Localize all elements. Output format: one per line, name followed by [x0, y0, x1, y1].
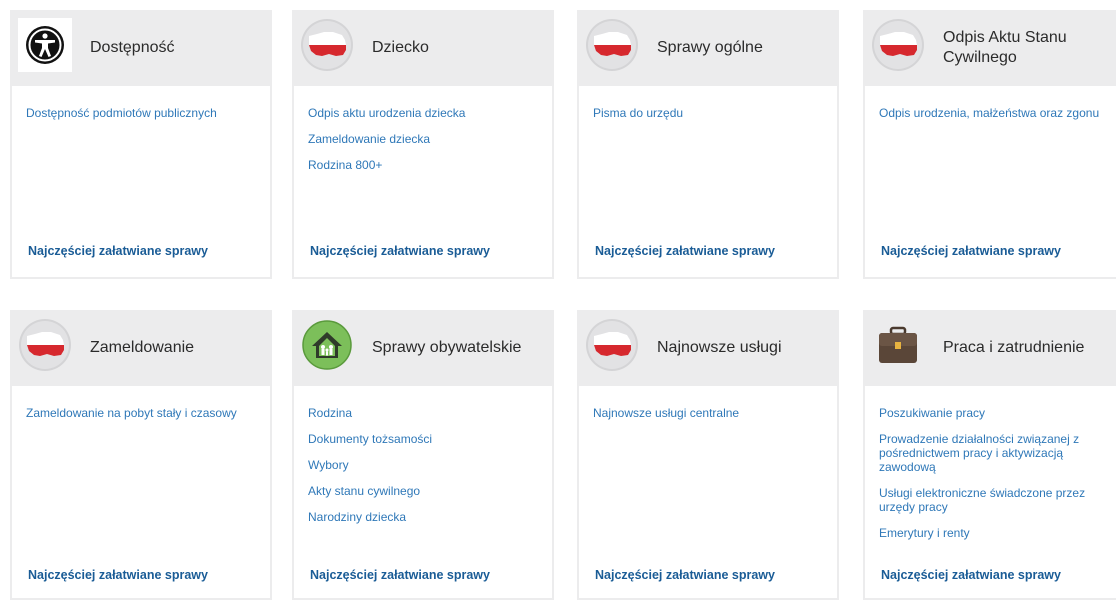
card-odpis-aktu: Odpis Aktu Stanu Cywilnego Odpis urodzen… [863, 10, 1116, 279]
more-link[interactable]: Najczęściej załatwiane sprawy [310, 568, 490, 582]
card-dostepnosc: Dostępność Dostępność podmiotów publiczn… [10, 10, 272, 279]
poland-flag-map-icon [19, 319, 71, 371]
card-header[interactable]: Najnowsze usługi [577, 310, 839, 386]
card-link[interactable]: Wybory [308, 458, 542, 472]
card-link[interactable]: Pisma do urzędu [593, 106, 827, 120]
more-link[interactable]: Najczęściej załatwiane sprawy [28, 244, 208, 258]
card-praca: Praca i zatrudnienie Poszukiwanie pracy … [863, 310, 1116, 600]
card-title: Praca i zatrudnienie [943, 339, 1085, 356]
card-title: Najnowsze usługi [657, 339, 782, 356]
card-links: Pisma do urzędu [593, 106, 827, 132]
more-link[interactable]: Najczęściej załatwiane sprawy [595, 244, 775, 258]
card-link[interactable]: Akty stanu cywilnego [308, 484, 542, 498]
more-link[interactable]: Najczęściej załatwiane sprawy [28, 568, 208, 582]
card-link[interactable]: Najnowsze usługi centralne [593, 406, 827, 420]
more-link[interactable]: Najczęściej załatwiane sprawy [881, 244, 1061, 258]
card-header[interactable]: Odpis Aktu Stanu Cywilnego [863, 10, 1116, 86]
card-zameldowanie: Zameldowanie Zameldowanie na pobyt stały… [10, 310, 272, 600]
card-header[interactable]: Zameldowanie [10, 310, 272, 386]
card-link[interactable]: Narodziny dziecka [308, 510, 542, 524]
card-links: Odpis aktu urodzenia dziecka Zameldowani… [308, 106, 542, 184]
card-link[interactable]: Odpis aktu urodzenia dziecka [308, 106, 542, 120]
family-house-icon [302, 320, 352, 370]
more-link[interactable]: Najczęściej załatwiane sprawy [595, 568, 775, 582]
card-najnowsze-uslugi: Najnowsze usługi Najnowsze usługi centra… [577, 310, 839, 600]
card-header[interactable]: Sprawy obywatelskie [292, 310, 554, 386]
poland-flag-map-icon [586, 19, 638, 71]
card-link[interactable]: Prowadzenie działalności związanej z poś… [879, 432, 1113, 474]
card-link[interactable]: Usługi elektroniczne świadczone przez ur… [879, 486, 1113, 514]
card-links: Dostępność podmiotów publicznych [26, 106, 260, 132]
card-title: Dostępność [90, 39, 175, 56]
card-title: Sprawy ogólne [657, 39, 763, 56]
poland-flag-map-icon [872, 19, 924, 71]
card-link[interactable]: Rodzina [308, 406, 542, 420]
card-link[interactable]: Dostępność podmiotów publicznych [26, 106, 260, 120]
card-link[interactable]: Poszukiwanie pracy [879, 406, 1113, 420]
card-header[interactable]: Dostępność [10, 10, 272, 86]
card-link[interactable]: Zameldowanie na pobyt stały i czasowy [26, 406, 260, 420]
card-title: Sprawy obywatelskie [372, 339, 522, 356]
card-link[interactable]: Odpis urodzenia, małżeństwa oraz zgonu [879, 106, 1113, 120]
card-link[interactable]: Zameldowanie dziecka [308, 132, 542, 146]
card-header[interactable]: Praca i zatrudnienie [863, 310, 1116, 386]
card-link[interactable]: Rodzina 800+ [308, 158, 542, 172]
more-link[interactable]: Najczęściej załatwiane sprawy [881, 568, 1061, 582]
poland-flag-map-icon [301, 19, 353, 71]
card-links: Odpis urodzenia, małżeństwa oraz zgonu [879, 106, 1113, 132]
card-links: Najnowsze usługi centralne [593, 406, 827, 432]
card-header[interactable]: Dziecko [292, 10, 554, 86]
card-header[interactable]: Sprawy ogólne [577, 10, 839, 86]
card-title: Odpis Aktu Stanu Cywilnego [943, 29, 1067, 66]
accessibility-icon [18, 18, 72, 72]
card-link[interactable]: Dokumenty tożsamości [308, 432, 542, 446]
poland-flag-map-icon [586, 319, 638, 371]
card-links: Rodzina Dokumenty tożsamości Wybory Akty… [308, 406, 542, 536]
card-links: Poszukiwanie pracy Prowadzenie działalno… [879, 406, 1113, 552]
card-sprawy-obywatelskie: Sprawy obywatelskie Rodzina Dokumenty to… [292, 310, 554, 600]
card-links: Zameldowanie na pobyt stały i czasowy [26, 406, 260, 432]
card-dziecko: Dziecko Odpis aktu urodzenia dziecka Zam… [292, 10, 554, 279]
card-sprawy-ogolne: Sprawy ogólne Pisma do urzędu Najczęście… [577, 10, 839, 279]
card-title: Dziecko [372, 39, 429, 56]
card-link[interactable]: Emerytury i renty [879, 526, 1113, 540]
briefcase-icon [879, 326, 917, 363]
more-link[interactable]: Najczęściej załatwiane sprawy [310, 244, 490, 258]
card-title: Zameldowanie [90, 339, 195, 356]
